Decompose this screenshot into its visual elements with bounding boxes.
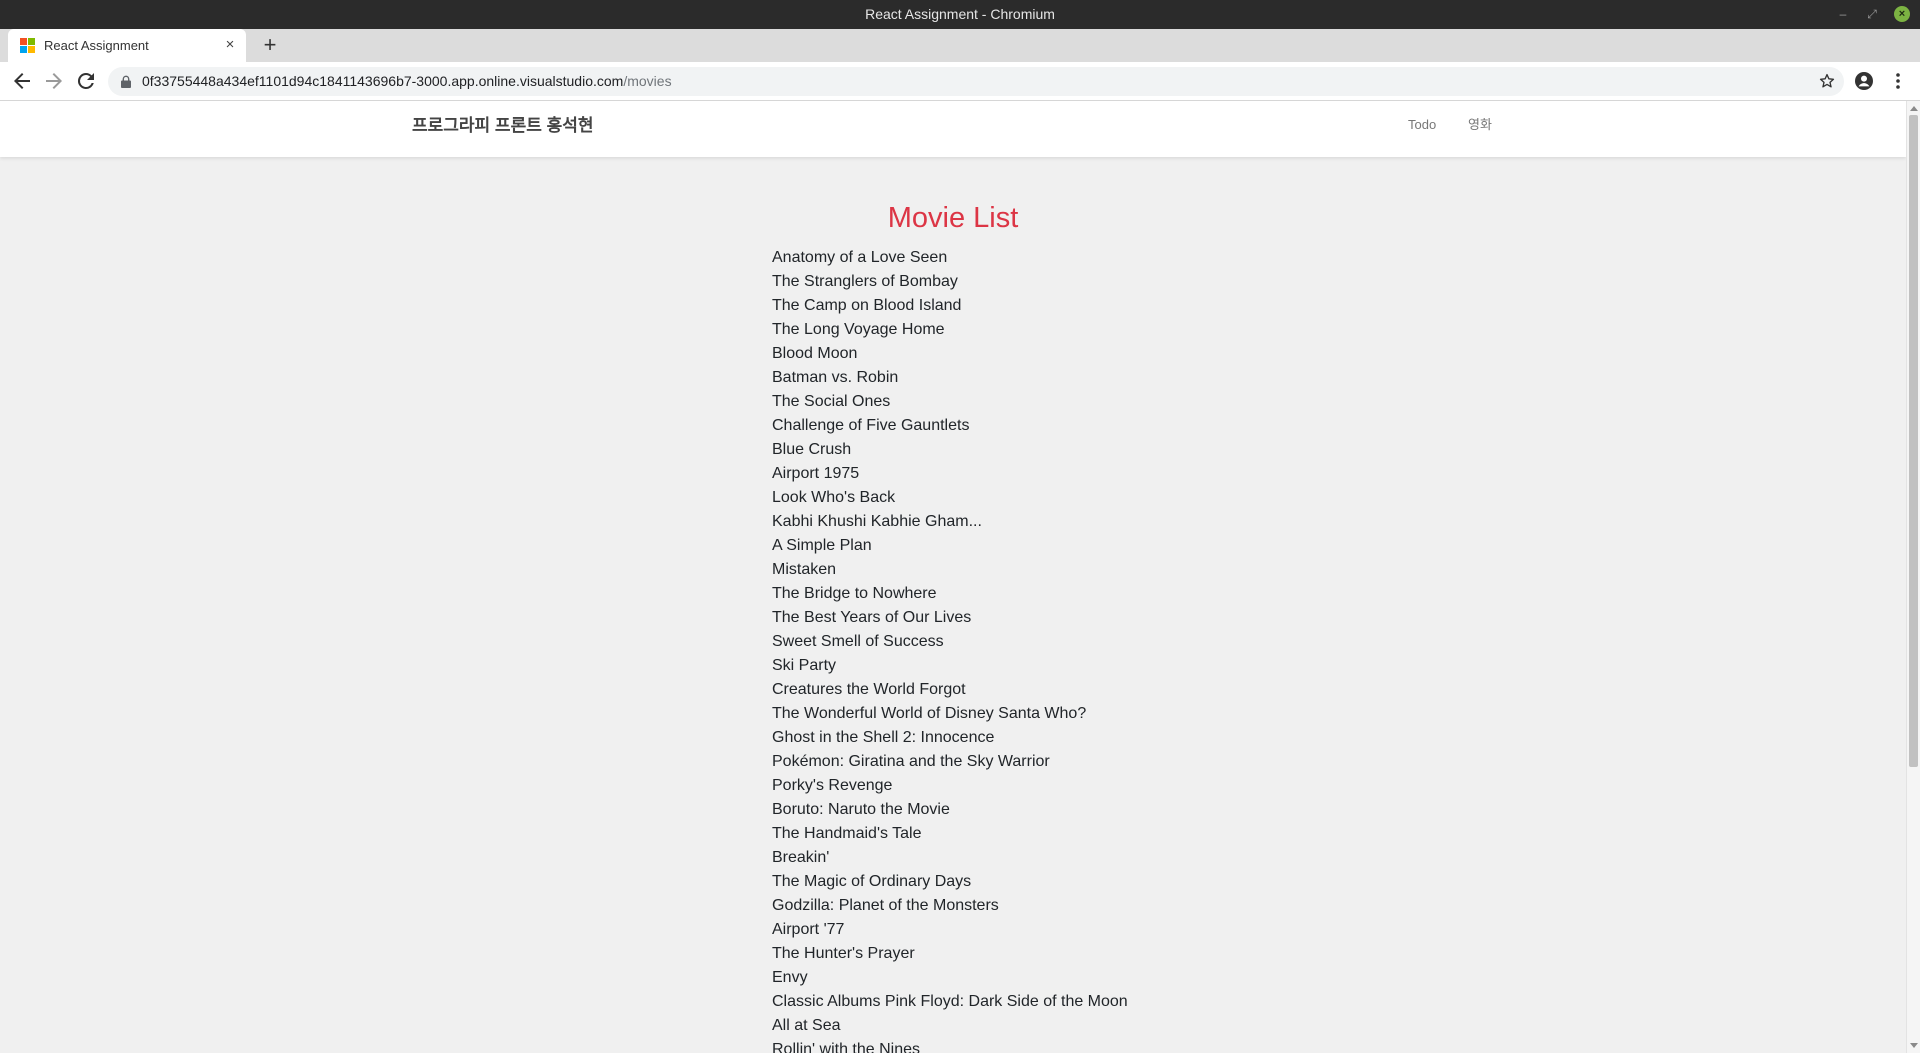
lock-icon xyxy=(121,75,131,88)
url-text: 0f33755448a434ef1101d94c1841143696b7-300… xyxy=(142,67,672,96)
close-tab-icon[interactable]: × xyxy=(222,37,238,53)
movie-item: The Hunter's Prayer xyxy=(772,945,915,962)
back-arrow-icon[interactable] xyxy=(10,69,34,93)
page-title: Movie List xyxy=(887,202,1019,234)
page-viewport: 프로그라피 프론트 홍석현 Todo 영화 Movie List Anatomy… xyxy=(0,101,1906,1053)
movie-item: The Long Voyage Home xyxy=(772,321,945,338)
close-window-icon[interactable]: × xyxy=(1894,6,1910,22)
movie-list: Anatomy of a Love Seen The Stranglers of … xyxy=(772,246,1128,1053)
movie-item: The Camp on Blood Island xyxy=(772,297,962,314)
window-titlebar: React Assignment - Chromium – ⤢ × xyxy=(0,0,1920,29)
movie-item: The Wonderful World of Disney Santa Who? xyxy=(772,705,1087,722)
movie-item: Ski Party xyxy=(772,657,837,674)
movie-item: Rollin' with the Nines xyxy=(772,1041,921,1053)
maximize-icon[interactable]: ⤢ xyxy=(1864,6,1880,22)
url-host: 0f33755448a434ef1101d94c1841143696b7-300… xyxy=(142,73,624,89)
browser-tab[interactable]: React Assignment × xyxy=(8,29,246,62)
movie-item: Anatomy of a Love Seen xyxy=(772,249,948,266)
movie-item: The Best Years of Our Lives xyxy=(772,609,972,626)
bookmark-star-icon[interactable] xyxy=(1818,72,1836,90)
url-path: /movies xyxy=(623,73,672,89)
scrollbar-thumb[interactable] xyxy=(1909,115,1918,767)
scroll-down-icon[interactable] xyxy=(1910,1043,1918,1048)
movie-item: Kabhi Khushi Kabhie Gham... xyxy=(772,513,982,530)
tab-strip: React Assignment × + xyxy=(0,29,1920,62)
movie-item: Challenge of Five Gauntlets xyxy=(772,417,970,434)
movie-item: Blue Crush xyxy=(772,441,852,458)
reload-icon[interactable] xyxy=(74,69,98,93)
movie-item: Airport 1975 xyxy=(772,465,860,482)
forward-arrow-icon[interactable] xyxy=(42,69,66,93)
scroll-up-icon[interactable] xyxy=(1910,106,1918,111)
movie-item: Blood Moon xyxy=(772,345,858,362)
window-title: React Assignment - Chromium xyxy=(865,6,1055,22)
microsoft-logo-icon xyxy=(20,38,36,54)
address-bar[interactable]: 0f33755448a434ef1101d94c1841143696b7-300… xyxy=(108,67,1844,96)
movie-item: Batman vs. Robin xyxy=(772,369,899,386)
movie-item: Pokémon: Giratina and the Sky Warrior xyxy=(772,753,1050,770)
nav-link-todo[interactable]: Todo xyxy=(1408,101,1436,149)
movie-item: Envy xyxy=(772,969,808,986)
nav-link-movies[interactable]: 영화 xyxy=(1468,101,1492,149)
movie-item: The Magic of Ordinary Days xyxy=(772,873,972,890)
movie-item: Airport '77 xyxy=(772,921,845,938)
movie-item: The Social Ones xyxy=(772,393,891,410)
movie-item: Godzilla: Planet of the Monsters xyxy=(772,897,999,914)
app-brand[interactable]: 프로그라피 프론트 홍석현 xyxy=(412,101,594,151)
movie-item: The Handmaid's Tale xyxy=(772,825,922,842)
movie-item: All at Sea xyxy=(772,1017,841,1034)
tab-title: React Assignment xyxy=(44,38,149,53)
app-navbar: 프로그라피 프론트 홍석현 Todo 영화 xyxy=(0,101,1906,157)
account-icon[interactable] xyxy=(1854,71,1874,91)
new-tab-icon[interactable]: + xyxy=(258,33,282,57)
movie-item: Porky's Revenge xyxy=(772,777,893,794)
movie-item: The Bridge to Nowhere xyxy=(772,585,937,602)
movie-item: Creatures the World Forgot xyxy=(772,681,966,698)
movie-item: The Stranglers of Bombay xyxy=(772,273,958,290)
movie-item: Look Who's Back xyxy=(772,489,896,506)
browser-toolbar: 0f33755448a434ef1101d94c1841143696b7-300… xyxy=(0,62,1920,101)
minimize-icon[interactable]: – xyxy=(1835,6,1851,22)
movie-item: Sweet Smell of Success xyxy=(772,633,944,650)
movie-item: Breakin' xyxy=(772,849,830,866)
movie-item: A Simple Plan xyxy=(772,537,872,554)
page-scrollbar[interactable] xyxy=(1906,101,1920,1053)
movie-item: Classic Albums Pink Floyd: Dark Side of … xyxy=(772,993,1128,1010)
movie-item: Mistaken xyxy=(772,561,837,578)
movie-item: Ghost in the Shell 2: Innocence xyxy=(772,729,995,746)
movie-item: Boruto: Naruto the Movie xyxy=(772,801,950,818)
more-menu-icon[interactable] xyxy=(1888,71,1908,91)
